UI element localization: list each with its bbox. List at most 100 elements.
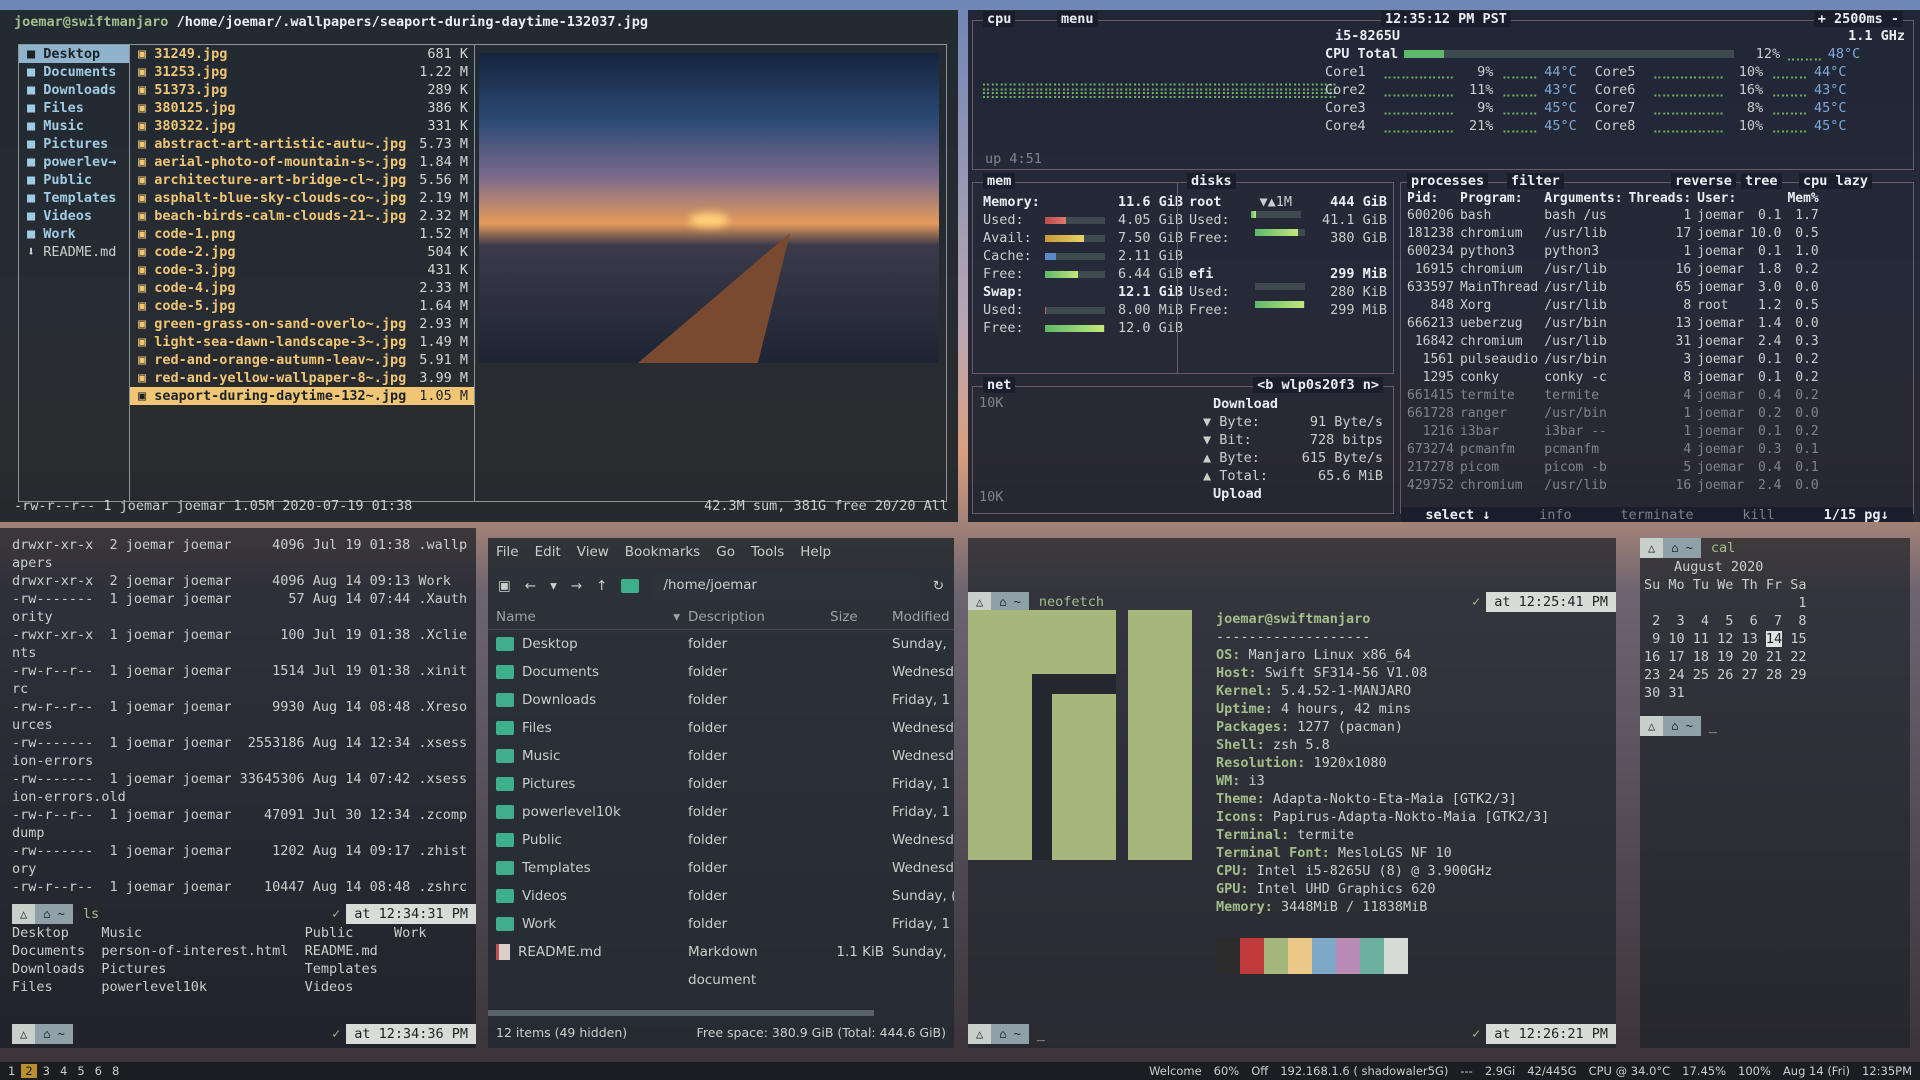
proc-header-5[interactable]: Mem% [1787,191,1824,206]
proc-tree-button[interactable]: tree [1741,173,1782,189]
ranger-file-item[interactable]: ▣ aerial-photo-of-mountain-s~.jpg 1.84 M [130,153,474,171]
proc-row[interactable]: 633597 MainThread/usr/lib 65 joemar 3.0 0.0 [1407,278,1825,296]
ranger-dir-item[interactable]: ■ Desktop [19,45,129,63]
workspace-1[interactable]: 1 [4,1064,19,1078]
proc-row[interactable]: 600234 python3 python3 1 joemar 0.1 1.0 [1407,242,1825,260]
column-name[interactable]: Name ▾ [488,604,688,629]
reload-icon[interactable]: ↻ [933,578,944,594]
ranger-dir-item[interactable]: ■ Work [19,225,129,243]
proc-reverse-button[interactable]: reverse [1671,173,1736,189]
location-bar[interactable] [653,573,919,599]
update-interval[interactable]: + 2500ms - [1813,11,1903,27]
file-row[interactable]: Work folder Friday, 1 [488,910,954,938]
proc-header-4[interactable]: User: [1697,191,1750,206]
menu-help[interactable]: Help [800,544,831,562]
proc-select-button[interactable]: select ↓ [1425,507,1490,522]
ranger-dir-item[interactable]: ■ Templates [19,189,129,207]
up-icon[interactable]: ↑ [596,578,607,594]
file-row[interactable]: Music folder Wednesd [488,742,954,770]
file-row[interactable]: Videos folder Sunday, ( [488,882,954,910]
workspace-6[interactable]: 6 [91,1064,106,1078]
ranger-dir-item[interactable]: ■ powerlev→ [19,153,129,171]
proc-row[interactable]: 666213 ueberzug/usr/bin 13 joemar 1.4 0.0 [1407,314,1825,332]
ranger-file-item[interactable]: ▣ beach-birds-calm-clouds-21~.jpg 2.32 M [130,207,474,225]
ranger-file-item[interactable]: ▣ code-2.jpg 504 K [130,243,474,261]
workspace-5[interactable]: 5 [73,1064,88,1078]
ranger-file-item[interactable]: ▣ seaport-during-daytime-132~.jpg 1.05 M [130,387,474,405]
menu-bookmarks[interactable]: Bookmarks [625,544,700,562]
ranger-file-item[interactable]: ▣ architecture-art-bridge-cl~.jpg 5.56 M [130,171,474,189]
ranger-file-item[interactable]: ▣ red-and-orange-autumn-leav~.jpg 5.91 M [130,351,474,369]
menu-button[interactable]: menu [1057,11,1098,27]
ranger-file-item[interactable]: ▣ red-and-yellow-wallpaper-8~.jpg 3.99 M [130,369,474,387]
proc-row[interactable]: 661415 termite termite 4 joemar 0.4 0.2 [1407,386,1825,404]
proc-header-2[interactable]: Arguments: [1544,191,1628,206]
file-row[interactable]: Documents folder Wednesd [488,658,954,686]
ranger-file-item[interactable]: ▣ 380322.jpg 331 K [130,117,474,135]
proc-row[interactable]: 1216 i3bar i3bar -- 1 joemar 0.1 0.2 [1407,422,1825,440]
forward-icon[interactable]: → [571,578,582,594]
proc-row[interactable]: 429752 chromium/usr/lib 16 joemar 2.4 0.0 [1407,476,1825,494]
ranger-file-item[interactable]: ▣ code-4.jpg 2.33 M [130,279,474,297]
proc-row[interactable]: 1295 conky conky -c 8 joemar 0.1 0.2 [1407,368,1825,386]
proc-sort-selector[interactable]: cpu lazy [1799,173,1873,189]
history-dropdown-icon[interactable]: ▾ [550,578,557,594]
ranger-file-item[interactable]: ▣ abstract-art-artistic-autu~.jpg 5.73 M [130,135,474,153]
home-folder-icon[interactable] [621,579,640,593]
ranger-file-item[interactable]: ▣ code-1.png 1.52 M [130,225,474,243]
ranger-dir-item[interactable]: ■ Files [19,99,129,117]
proc-row[interactable]: 16915 chromium/usr/lib 16 joemar 1.8 0.2 [1407,260,1825,278]
file-row[interactable]: Desktop folder Sunday, [488,630,954,658]
column-description[interactable]: Description [688,604,830,629]
ranger-file-item[interactable]: ▣ 380125.jpg 386 K [130,99,474,117]
terminal-neofetch[interactable]: △ ⌂ ~ neofetch ✓ at 12:25:41 PM joemar@s… [968,538,1616,1048]
net-interface-selector[interactable]: <b wlp0s20f3 n> [1253,377,1383,393]
file-row[interactable]: Templates folder Wednesd [488,854,954,882]
ranger-dir-item[interactable]: ■ Downloads [19,81,129,99]
file-row[interactable]: Public folder Wednesd [488,826,954,854]
new-tab-icon[interactable]: ▣ [498,578,511,594]
file-list[interactable]: Desktop folder Sunday, Documents folder Wedne… [488,630,954,988]
terminal-left[interactable]: drwxr-xr-x 2 joemar joemar 4096 Jul 19 0… [0,528,476,1048]
menu-view[interactable]: View [577,544,609,562]
proc-row[interactable]: 661728 ranger/usr/bin 1 joemar 0.2 0.0 [1407,404,1825,422]
proc-row[interactable]: 848 Xorg/usr/lib 8 root 1.2 0.5 [1407,296,1825,314]
ranger-parent-column[interactable]: ■ Desktop ■ Documents ■ Downloads ■ Files ■ … [18,44,130,502]
proc-filter-button[interactable]: filter [1507,173,1564,189]
file-row[interactable]: powerlevel10k folder Friday, 1 [488,798,954,826]
workspace-3[interactable]: 3 [39,1064,54,1078]
proc-terminate-button[interactable]: terminate [1620,507,1693,522]
proc-header-3[interactable]: Threads: [1629,191,1698,206]
column-size[interactable]: Size [830,604,892,629]
proc-row[interactable]: 217278 picom picom -b 5 joemar 0.4 0.1 [1407,458,1825,476]
ranger-dir-item[interactable]: ■ Pictures [19,135,129,153]
pcmanfm-window[interactable]: File Edit View Bookmarks Go Tools Help ▣ ← ▾ →… [488,538,954,1048]
ranger-dir-item[interactable]: ■ Public [19,171,129,189]
proc-row[interactable]: 1561 pulseaudio/usr/bin 3 joemar 0.1 0.2 [1407,350,1825,368]
column-modified[interactable]: Modified [892,604,954,629]
ranger-file-item[interactable]: ▣ green-grass-on-sand-overlo~.jpg 2.93 M [130,315,474,333]
ranger-file-item[interactable]: ▣ 31253.jpg 1.22 M [130,63,474,81]
ranger-file-column[interactable]: ▣ 31249.jpg 681 K ▣ 31253.jpg 1.22 M ▣ 51373… [130,44,475,502]
menu-edit[interactable]: Edit [535,544,561,562]
ranger-file-item[interactable]: ▣ 31249.jpg 681 K [130,45,474,63]
file-row[interactable]: Pictures folder Friday, 1 [488,770,954,798]
ranger-file-item[interactable]: ▣ light-sea-dawn-landscape-3~.jpg 1.49 M [130,333,474,351]
file-row[interactable]: Files folder Wednesd [488,714,954,742]
horizontal-scrollbar[interactable] [488,1010,874,1016]
ranger-dir-item[interactable]: ■ Music [19,117,129,135]
workspace-2[interactable]: 2 [21,1064,37,1078]
ranger-file-item[interactable]: ▣ code-5.jpg 1.64 M [130,297,474,315]
menu-go[interactable]: Go [716,544,735,562]
proc-row[interactable]: 16842 chromium/usr/lib 31 joemar 2.4 0.3 [1407,332,1825,350]
proc-table[interactable]: Pid: Program: Arguments: Threads: User: Mem% … [1407,191,1825,494]
ranger-window[interactable]: joemar@swiftmanjaro /home/joemar/.wallpa… [0,10,958,522]
proc-row[interactable]: 673274 pcmanfm pcmanfm 4 joemar 0.3 0.1 [1407,440,1825,458]
ranger-dir-item[interactable]: ■ Documents [19,63,129,81]
menu-file[interactable]: File [496,544,519,562]
proc-header-1[interactable]: Program: [1460,191,1544,206]
file-row[interactable]: Downloads folder Friday, 1 [488,686,954,714]
proc-kill-button[interactable]: kill [1742,507,1775,522]
ranger-file-item[interactable]: ▣ 51373.jpg 289 K [130,81,474,99]
ranger-file-item[interactable]: ▣ asphalt-blue-sky-clouds-co~.jpg 2.19 M [130,189,474,207]
